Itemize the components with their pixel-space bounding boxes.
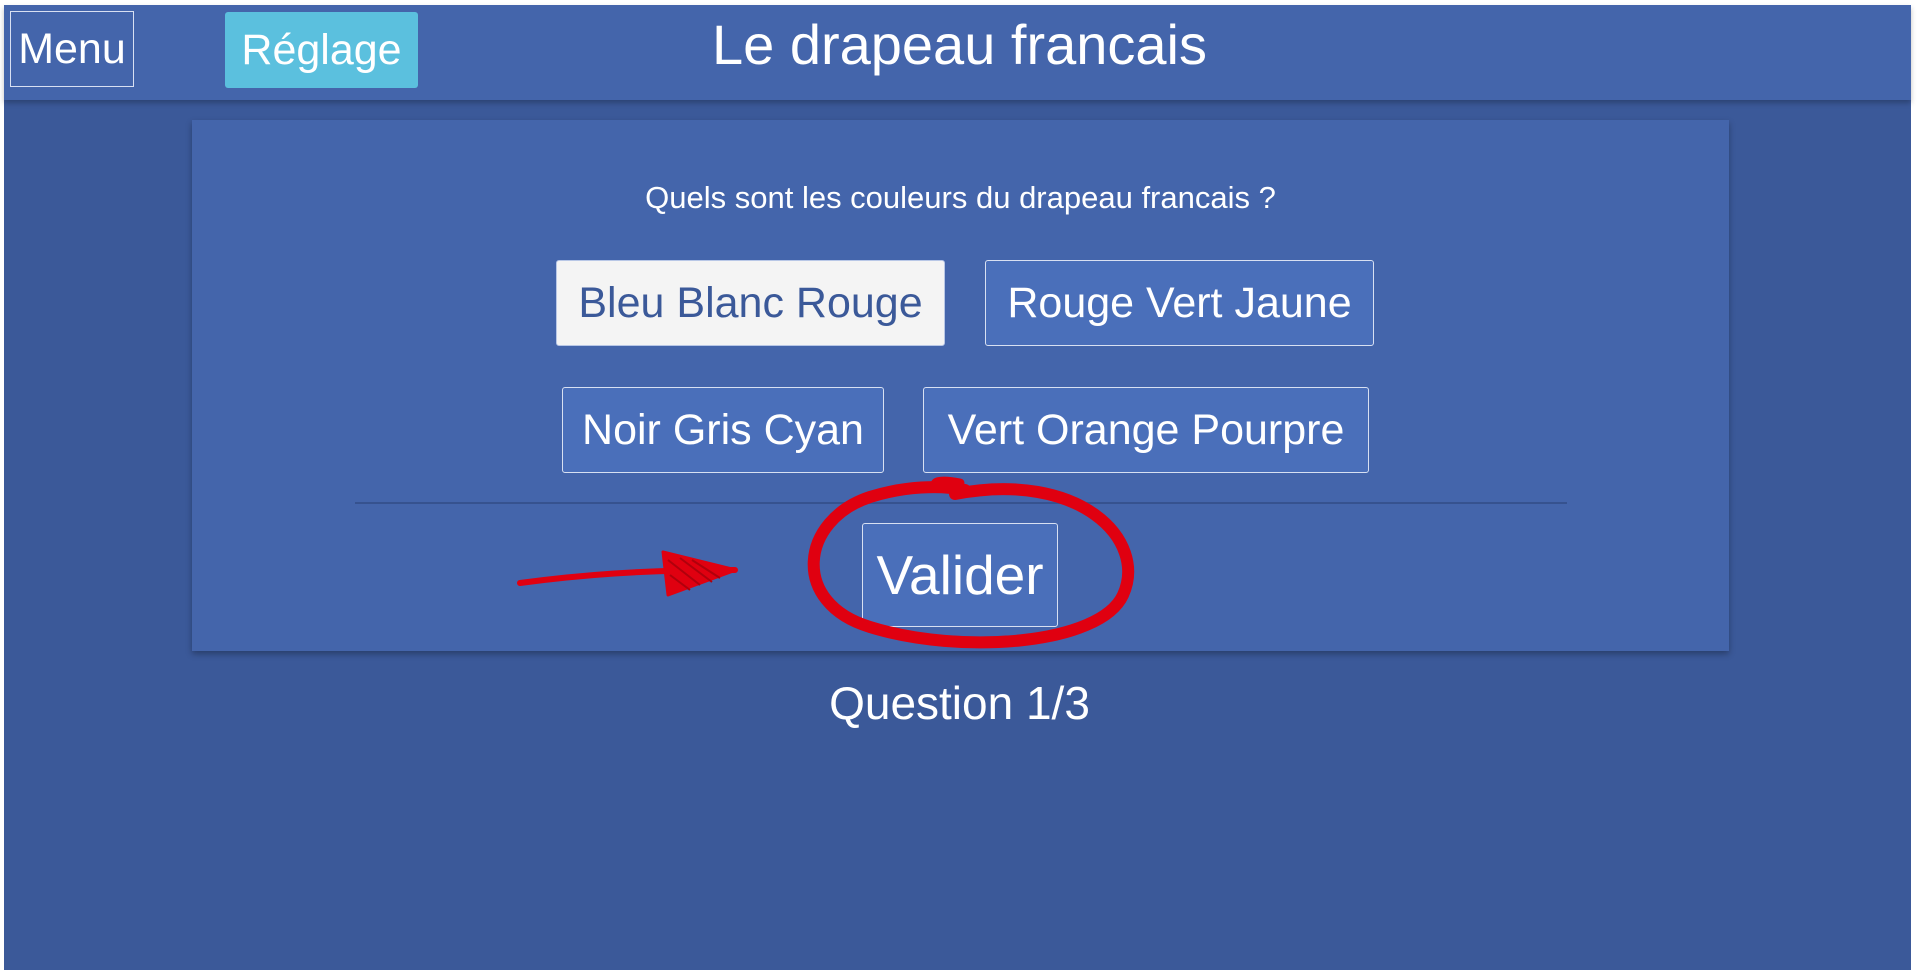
answer-option-rouge-vert-jaune[interactable]: Rouge Vert Jaune xyxy=(985,260,1374,346)
quiz-card: Quels sont les couleurs du drapeau franc… xyxy=(192,120,1729,651)
question-progress: Question 1/3 xyxy=(829,677,1090,729)
divider xyxy=(355,502,1567,504)
app-window: Menu Réglage Quels sont les couleurs du … xyxy=(4,5,1911,970)
question-text: Quels sont les couleurs du drapeau franc… xyxy=(645,180,1276,215)
answer-option-vert-orange-pourpre[interactable]: Vert Orange Pourpre xyxy=(923,387,1369,473)
validate-button[interactable]: Valider xyxy=(862,523,1058,627)
page-title: Le drapeau francais xyxy=(711,13,1207,76)
answer-option-noir-gris-cyan[interactable]: Noir Gris Cyan xyxy=(562,387,884,473)
answer-option-bleu-blanc-rouge[interactable]: Bleu Blanc Rouge xyxy=(556,260,945,346)
